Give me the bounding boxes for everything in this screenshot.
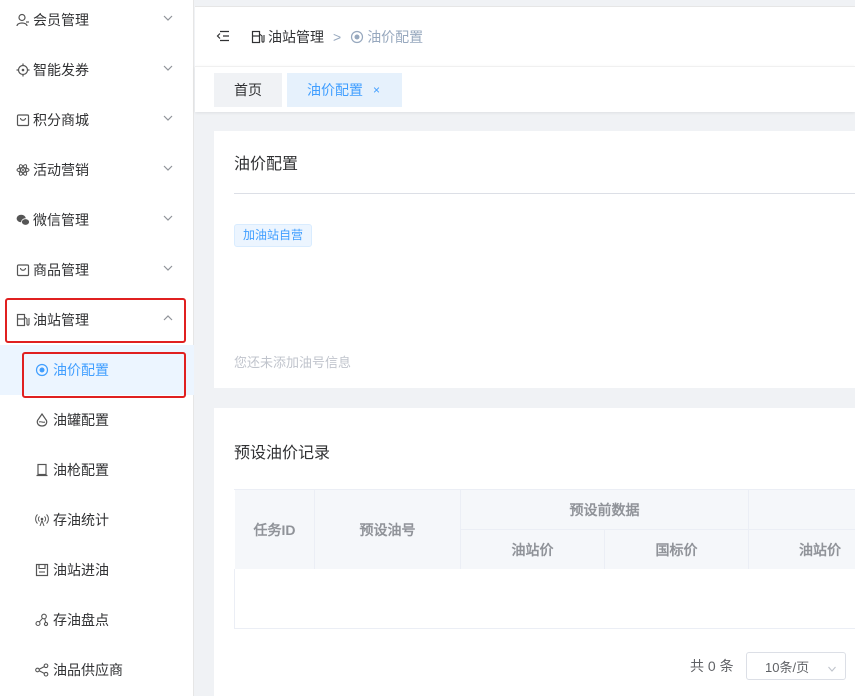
gas-station-icon bbox=[251, 30, 265, 44]
menu-fold-icon[interactable] bbox=[215, 28, 231, 44]
gas-station-icon bbox=[16, 313, 30, 327]
tab-label: 油价配置 bbox=[307, 82, 363, 98]
menu-item-goods[interactable]: 商品管理 bbox=[0, 245, 194, 295]
user-icon bbox=[16, 13, 30, 27]
target-icon bbox=[16, 63, 30, 77]
sidebar-item-label: 油站进油 bbox=[53, 562, 109, 578]
sidebar-item-label: 存油统计 bbox=[53, 512, 109, 528]
broadcast-icon bbox=[35, 513, 49, 527]
station-type-tag[interactable]: 加油站自营 bbox=[234, 224, 313, 247]
sidebar-item-label: 油价配置 bbox=[53, 362, 109, 378]
col-after-group bbox=[749, 490, 855, 530]
save-icon bbox=[35, 563, 49, 577]
breadcrumb-separator: > bbox=[333, 29, 342, 45]
atom-icon bbox=[16, 163, 30, 177]
tab-label: 首页 bbox=[234, 82, 262, 98]
col-station-price-after: 油站价 bbox=[749, 530, 855, 570]
divider bbox=[234, 193, 855, 194]
tabs-bar: 首页 油价配置 × bbox=[195, 66, 855, 112]
menu-label: 会员管理 bbox=[33, 12, 89, 28]
breadcrumb-current: 油价配置 bbox=[367, 29, 424, 45]
menu-label: 油站管理 bbox=[33, 312, 89, 328]
pagination-total: 共 0 条 bbox=[690, 658, 734, 674]
menu-label: 商品管理 bbox=[33, 262, 89, 278]
menu-item-gas-station[interactable]: 油站管理 bbox=[0, 295, 194, 345]
wechat-icon bbox=[16, 213, 30, 227]
menu-label: 积分商城 bbox=[33, 112, 89, 128]
menu-item-wechat[interactable]: 微信管理 bbox=[0, 195, 194, 245]
chevron-down-icon bbox=[162, 211, 174, 223]
empty-text: 您还未添加油号信息 bbox=[234, 355, 352, 370]
shopping-bag-icon bbox=[16, 113, 30, 127]
oil-price-card: 油价配置 加油站自营 您还未添加油号信息 bbox=[214, 131, 855, 388]
sidebar-item-oil-intake[interactable]: 油站进油 bbox=[0, 545, 194, 595]
tab-oil-price[interactable]: 油价配置 × bbox=[287, 73, 402, 107]
sidebar-item-oil-gun[interactable]: 油枪配置 bbox=[0, 445, 194, 495]
menu-item-member[interactable]: 会员管理 bbox=[0, 0, 194, 45]
card-title: 油价配置 bbox=[234, 156, 299, 173]
drop-icon bbox=[35, 413, 49, 427]
card-title: 预设油价记录 bbox=[234, 445, 331, 462]
sidebar-item-label: 油品供应商 bbox=[53, 662, 123, 678]
sidebar: 会员管理 智能发券 积分商城 活动营销 微信管理 商品管理 油站管理 油价配置 … bbox=[0, 0, 194, 696]
breadcrumb: 油站管理 > 油价配置 bbox=[251, 27, 423, 47]
radio-dot-icon bbox=[35, 363, 49, 377]
menu-item-marketing[interactable]: 活动营销 bbox=[0, 145, 194, 195]
shopping-bag-icon bbox=[16, 263, 30, 277]
table-body-empty bbox=[234, 569, 855, 629]
chevron-down-icon bbox=[827, 662, 837, 672]
col-national-price: 国标价 bbox=[605, 530, 749, 570]
pump-icon bbox=[35, 463, 49, 477]
breadcrumb-parent[interactable]: 油站管理 bbox=[268, 27, 324, 47]
sidebar-item-label: 存油盘点 bbox=[53, 612, 109, 628]
preset-records-card: 预设油价记录 任务ID 预设油号 预设前数据 油站价 国标价 油站价 共 0 条… bbox=[214, 408, 855, 696]
chevron-down-icon bbox=[162, 11, 174, 23]
col-station-price: 油站价 bbox=[461, 530, 605, 570]
col-task-id: 任务ID bbox=[235, 490, 315, 570]
chevron-down-icon bbox=[162, 161, 174, 173]
header: 油站管理 > 油价配置 bbox=[195, 6, 855, 66]
graph-icon bbox=[35, 613, 49, 627]
sidebar-item-inventory[interactable]: 存油盘点 bbox=[0, 595, 194, 645]
records-table-header: 任务ID 预设油号 预设前数据 油站价 国标价 油站价 bbox=[234, 489, 855, 570]
page-size-value: 10条/页 bbox=[765, 659, 810, 675]
menu-item-coupon[interactable]: 智能发券 bbox=[0, 45, 194, 95]
col-preset-oil: 预设油号 bbox=[315, 490, 461, 570]
chevron-down-icon bbox=[162, 111, 174, 123]
chevron-up-icon bbox=[162, 311, 174, 323]
sidebar-item-storage-stats[interactable]: 存油统计 bbox=[0, 495, 194, 545]
sidebar-item-oil-price[interactable]: 油价配置 bbox=[0, 345, 194, 395]
sidebar-item-label: 油罐配置 bbox=[53, 412, 109, 428]
menu-label: 智能发券 bbox=[33, 62, 89, 78]
menu-label: 微信管理 bbox=[33, 212, 89, 228]
radio-dot-icon bbox=[350, 30, 364, 44]
sidebar-item-supplier[interactable]: 油品供应商 bbox=[0, 645, 194, 695]
chevron-down-icon bbox=[162, 61, 174, 73]
page-size-select[interactable]: 10条/页 bbox=[746, 652, 846, 680]
chevron-down-icon bbox=[162, 261, 174, 273]
sidebar-item-oil-tank[interactable]: 油罐配置 bbox=[0, 395, 194, 445]
menu-item-points-mall[interactable]: 积分商城 bbox=[0, 95, 194, 145]
menu-label: 活动营销 bbox=[33, 162, 89, 178]
sidebar-item-label: 油枪配置 bbox=[53, 462, 109, 478]
tab-home[interactable]: 首页 bbox=[214, 73, 282, 107]
col-before-group: 预设前数据 bbox=[461, 490, 749, 530]
close-icon[interactable]: × bbox=[373, 83, 380, 97]
share-icon bbox=[35, 663, 49, 677]
